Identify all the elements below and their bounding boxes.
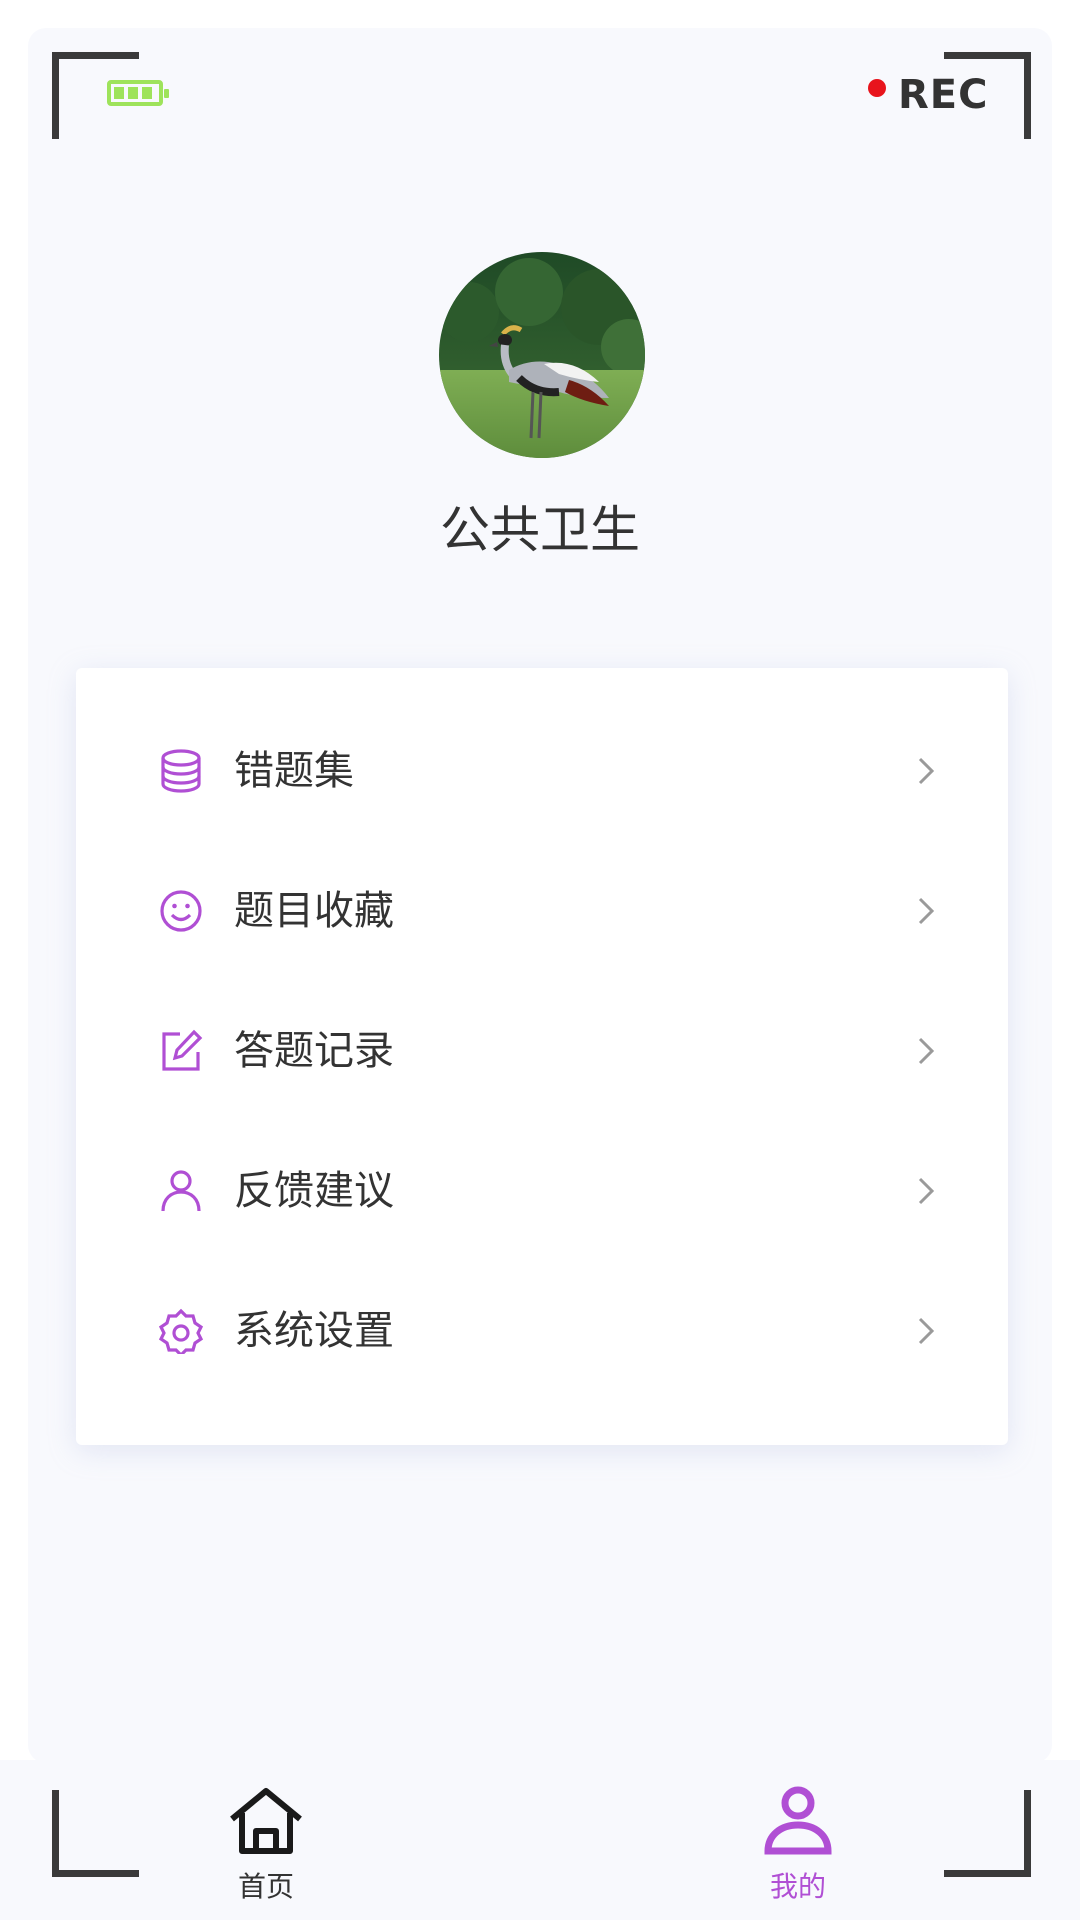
chevron-right-icon — [918, 1177, 935, 1205]
edit-icon — [162, 1029, 203, 1071]
home-icon — [230, 1788, 302, 1854]
menu-card: 错题集 题目收藏 答题记录 反馈建议 系统设置 — [76, 668, 1008, 1445]
chevron-right-icon — [918, 897, 935, 925]
tab-home-label: 首页 — [237, 1870, 294, 1903]
tab-profile-label: 我的 — [769, 1870, 826, 1903]
viewfinder-corner-bottom-left — [52, 1790, 139, 1877]
menu-item-label: 系统设置 — [234, 1308, 394, 1354]
profile-name: 公共卫生 — [440, 501, 640, 559]
viewfinder-corner-bottom-right — [944, 1790, 1031, 1877]
recording-indicator: REC — [868, 72, 988, 118]
avatar[interactable] — [439, 252, 645, 458]
tabbar-background — [0, 1760, 1080, 1920]
menu-item-favorites[interactable]: 题目收藏 — [76, 861, 1008, 961]
menu-item-label: 反馈建议 — [234, 1168, 394, 1214]
chevron-right-icon — [918, 1317, 935, 1345]
menu-item-settings[interactable]: 系统设置 — [76, 1281, 1008, 1381]
chevron-right-icon — [918, 757, 935, 785]
smiley-icon — [160, 890, 202, 932]
menu-item-label: 错题集 — [234, 748, 354, 794]
crowned-crane-avatar-image — [439, 252, 645, 458]
menu-item-label: 题目收藏 — [234, 888, 394, 934]
database-icon — [161, 749, 201, 793]
tab-home[interactable]: 首页 — [186, 1785, 346, 1915]
settings-icon — [158, 1308, 204, 1354]
battery-icon — [107, 80, 169, 106]
menu-item-label: 答题记录 — [234, 1028, 394, 1074]
tab-profile[interactable]: 我的 — [718, 1785, 878, 1915]
menu-item-answer-records[interactable]: 答题记录 — [76, 1001, 1008, 1101]
chevron-right-icon — [918, 1037, 935, 1065]
user-icon — [161, 1170, 201, 1212]
person-icon — [764, 1786, 832, 1855]
recording-dot-icon — [868, 79, 886, 97]
rec-label: REC — [898, 72, 989, 118]
menu-item-wrong-questions[interactable]: 错题集 — [76, 721, 1008, 821]
menu-item-feedback[interactable]: 反馈建议 — [76, 1141, 1008, 1241]
